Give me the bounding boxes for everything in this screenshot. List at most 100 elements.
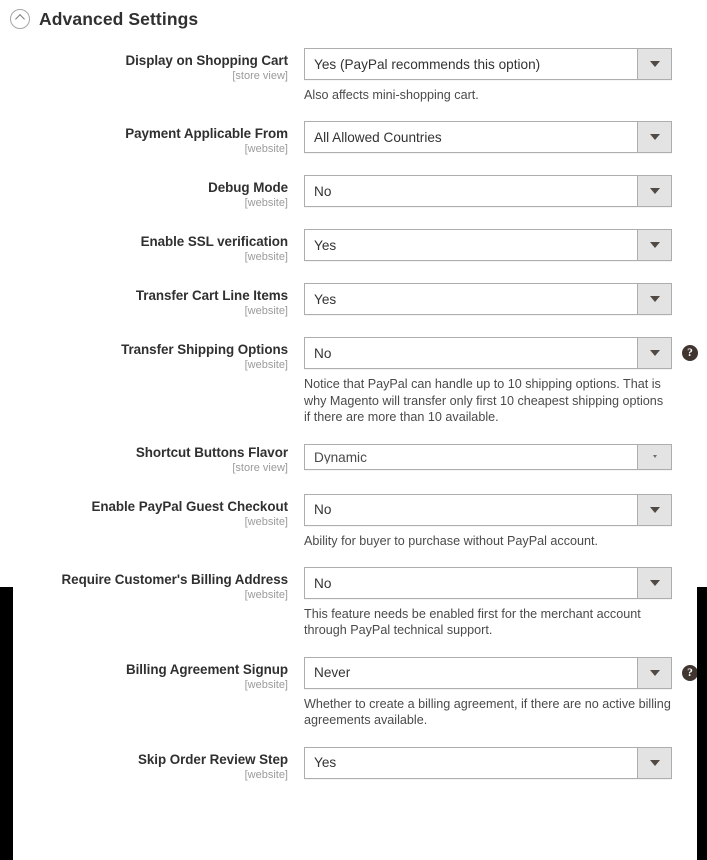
caret-down-icon[interactable] [637,230,671,261]
field-row: Require Customer's Billing Address [websi… [0,567,707,639]
field-label: Transfer Shipping Options [website] [0,337,288,373]
field-control: Yes [288,283,707,316]
select-dropdown[interactable]: No [304,493,672,526]
field-control: Yes [288,746,707,779]
field-note: Also affects mini-shopping cart. [304,88,479,102]
field-row: Skip Order Review Step [website] Yes [0,746,707,783]
field-control: All Allowed Countries [288,121,707,154]
select-selected-value: No [314,575,332,591]
question-mark-circle-icon[interactable]: ? [682,664,698,681]
field-scope-text: [store view] [232,70,288,82]
field-label-text: Enable PayPal Guest Checkout [91,498,288,514]
field-scope-text: [website] [244,768,288,781]
field-control: Never Whether to create a billing agreeme… [288,656,707,729]
field-label-text: Skip Order Review Step [138,751,288,767]
select-selected-value: Never [314,665,351,681]
caret-down-icon[interactable] [637,284,671,315]
field-label-text: Display on Shopping Cart [125,53,289,68]
caret-down-icon[interactable] [637,49,671,79]
select-dropdown[interactable]: Yes [304,283,672,316]
field-label: Payment Applicable From [website] [0,121,288,157]
select-dropdown[interactable]: No [304,337,672,370]
field-row: Billing Agreement Signup [website] Never Wh… [0,656,707,729]
caret-down-glyph [649,669,660,676]
caret-down-glyph [649,242,660,249]
field-row: Enable SSL verification [website] Yes [0,229,707,265]
field-label-text: Billing Agreement Signup [126,661,288,677]
field-row: Transfer Shipping Options [website] No Noti… [0,337,707,425]
field-label: Shortcut Buttons Flavor [store view] [0,444,288,476]
field-scope-text: [website] [244,197,288,210]
select-selected-value: Yes (PayPal recommends this option) [314,56,541,72]
caret-down-icon[interactable] [637,338,671,369]
caret-down-icon[interactable] [637,568,671,599]
field-scope-text: [website] [244,515,288,528]
field-row: Debug Mode [website] No [0,175,707,211]
caret-down-icon[interactable] [637,494,671,525]
field-row: Display on Shopping Cart [store view] Yes … [0,48,707,103]
field-control-inner: No Ability for buyer to purchase without … [304,493,672,549]
section-header[interactable]: Advanced Settings [0,0,707,30]
field-row: Transfer Cart Line Items [website] Yes [0,283,707,319]
field-label: Enable SSL verification [website] [0,229,288,265]
question-mark-circle-icon[interactable]: ? [682,345,698,362]
caret-down-glyph [649,296,660,303]
field-label-text: Payment Applicable From [125,126,288,142]
field-scope-text: [website] [244,678,288,691]
field-note: Notice that PayPal can handle up to 10 s… [304,377,664,425]
select-dropdown[interactable]: Never [304,656,672,689]
field-control-inner: Yes (PayPal recommends this option) Also … [304,48,672,103]
field-control-inner: Yes [304,229,672,262]
field-label: Billing Agreement Signup [website] [0,657,288,693]
caret-down-glyph [649,580,660,587]
caret-down-glyph [649,350,660,357]
caret-down-glyph [649,134,660,141]
field-control: Yes (PayPal recommends this option) Also … [288,48,707,103]
field-label-text: Debug Mode [208,180,288,196]
field-scope-text: [website] [244,359,288,372]
field-scope-text: [website] [244,589,288,602]
field-control: Dynamic [288,443,707,470]
caret-down-icon[interactable] [637,122,671,153]
field-note: Whether to create a billing agreement, i… [304,696,671,728]
field-label-text: Transfer Shipping Options [121,342,288,358]
select-dropdown[interactable]: All Allowed Countries [304,121,672,154]
caret-down-glyph [649,61,660,67]
field-control: No This feature needs be enabled first fo… [288,567,707,639]
field-label: Transfer Cart Line Items [website] [0,283,288,319]
caret-down-glyph [649,188,660,195]
caret-down-glyph [649,506,660,513]
chevron-up-circle-icon[interactable] [10,8,30,29]
caret-down-icon[interactable] [637,657,671,688]
field-scope-text: [website] [244,305,288,318]
select-dropdown[interactable]: No [304,175,672,208]
select-selected-value: No [314,183,332,199]
field-control: Yes [288,229,707,262]
caret-down-icon[interactable] [637,176,671,207]
select-dropdown[interactable]: Yes (PayPal recommends this option) [304,48,672,80]
select-dropdown[interactable]: Yes [304,746,672,779]
field-label-text: Transfer Cart Line Items [135,288,288,304]
field-label: Display on Shopping Cart [store view] [0,48,289,84]
field-scope-text: [website] [244,251,288,264]
caret-down-icon[interactable] [637,747,671,778]
select-selected-value: No [314,345,332,361]
select-selected-value: Yes [314,237,337,253]
select-dropdown[interactable]: Dynamic [304,443,672,470]
field-control-inner: Yes [304,746,672,779]
field-label: Require Customer's Billing Address [websi… [0,567,289,603]
page-title: Advanced Settings [39,8,199,29]
field-label: Skip Order Review Step [website] [0,747,288,783]
select-dropdown[interactable]: Yes [304,229,672,262]
field-label-text: Shortcut Buttons Flavor [135,444,288,460]
select-selected-value: Dynamic [314,450,367,466]
field-note: Ability for buyer to purchase without Pa… [304,533,599,548]
field-row: Enable PayPal Guest Checkout [website] No A… [0,493,707,549]
select-dropdown[interactable]: No [304,567,672,600]
field-label-text: Require Customer's Billing Address [61,572,289,588]
field-control-inner: Yes [304,283,672,316]
caret-down-glyph [649,759,660,766]
field-note: This feature needs be enabled first for … [304,607,641,638]
caret-down-icon[interactable] [637,444,671,469]
select-selected-value: No [314,502,332,518]
